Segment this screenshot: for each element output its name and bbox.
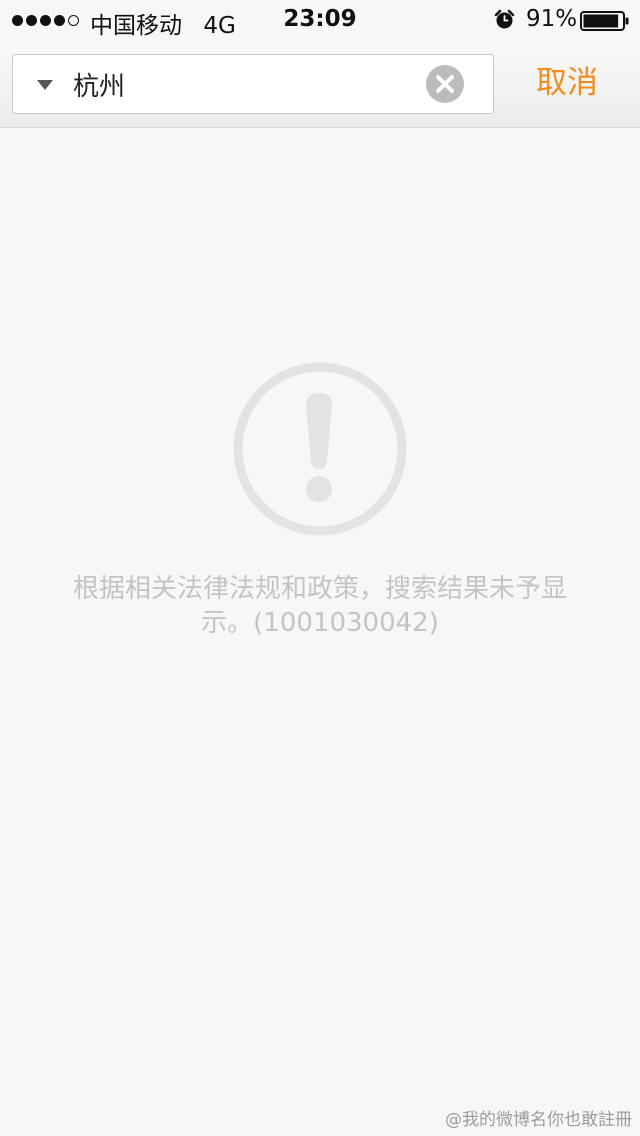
battery-icon <box>580 11 629 31</box>
battery-percent: 91% <box>526 6 578 32</box>
alarm-icon <box>494 9 515 29</box>
cancel-button[interactable]: 取消 <box>514 60 620 106</box>
triangle-down-icon[interactable] <box>37 80 53 90</box>
exclamation-circle-icon <box>233 362 407 536</box>
search-blocked-message: 根据相关法律法规和政策，搜索结果未予显示。(1001030042) <box>72 574 567 638</box>
watermark: @我的微博名你也敢註冊 <box>445 1110 632 1130</box>
search-box <box>12 54 494 114</box>
search-header: 取消 <box>0 40 640 128</box>
clear-button[interactable] <box>426 65 464 103</box>
clear-x-icon <box>436 75 454 93</box>
search-input[interactable] <box>73 63 413 105</box>
status-bar: 中国移动 4G 23:09 91% <box>0 0 640 40</box>
